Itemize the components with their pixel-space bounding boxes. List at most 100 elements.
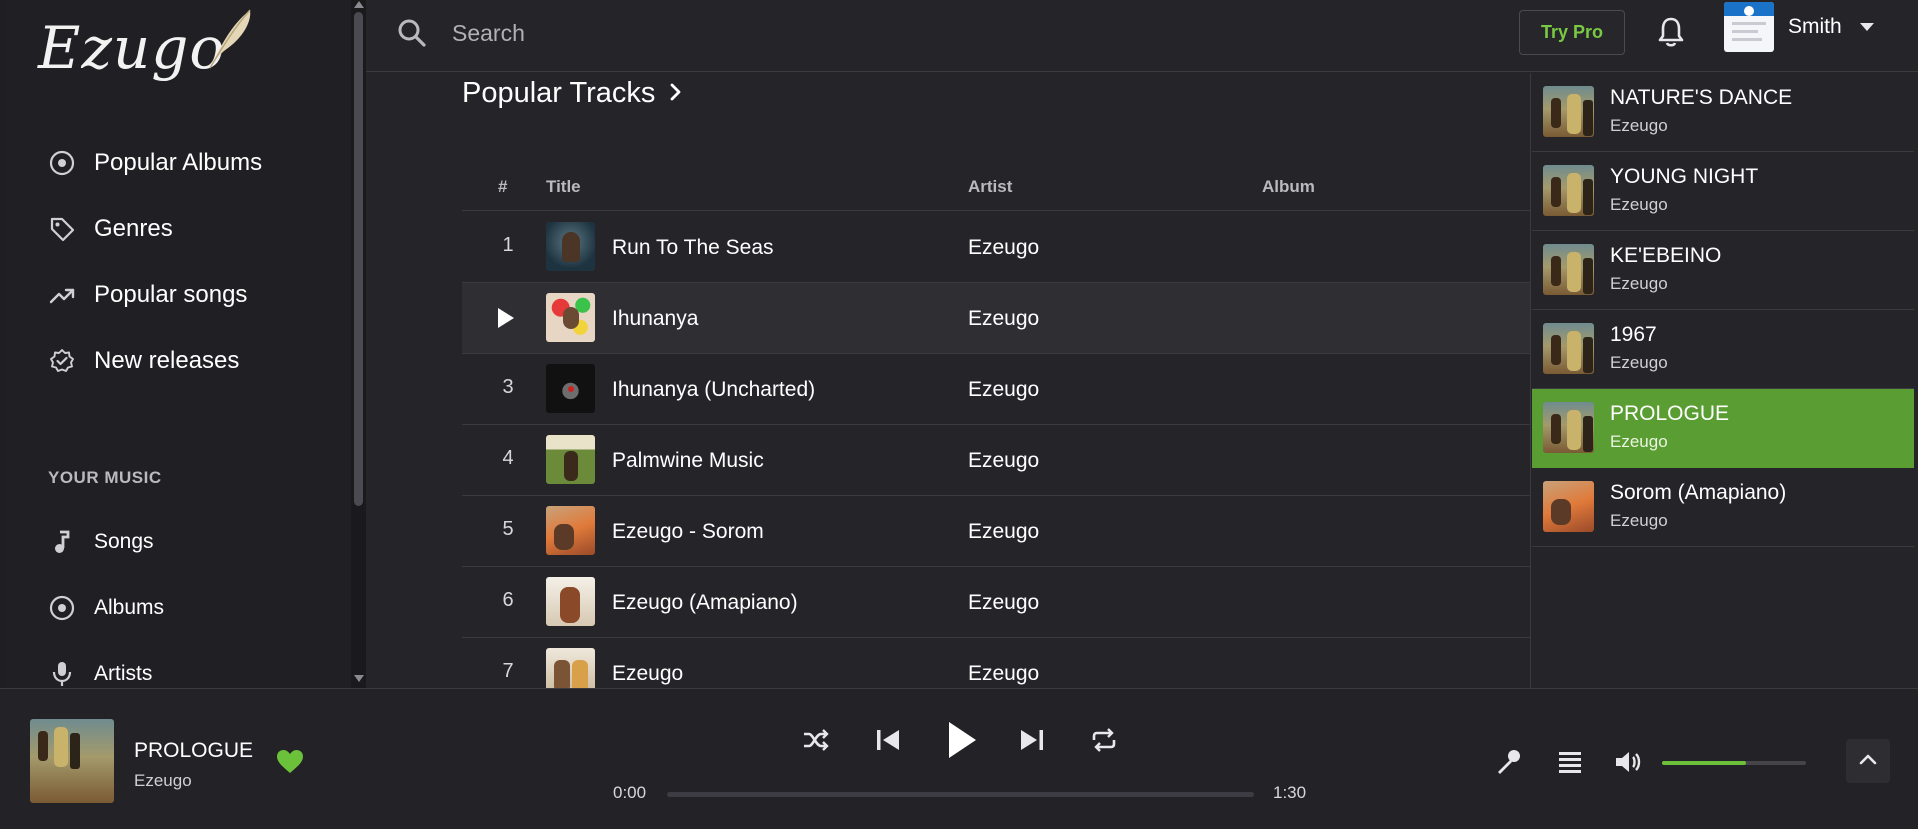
notification-bell-icon[interactable] — [1656, 15, 1686, 54]
shuffle-icon[interactable] — [800, 724, 832, 756]
chevron-up-icon — [1859, 752, 1877, 770]
track-title[interactable]: Ezeugo - Sorom — [612, 520, 764, 544]
try-pro-button[interactable]: Try Pro — [1519, 10, 1625, 55]
elapsed-time: 0:00 — [613, 783, 647, 802]
table-row[interactable]: 3 Ihunanya (Uncharted) Ezeugo — [462, 354, 1530, 425]
queue-item[interactable]: Sorom (Amapiano) Ezeugo — [1532, 468, 1914, 547]
track-artist[interactable]: Ezeugo — [968, 520, 1039, 544]
repeat-icon[interactable] — [1088, 724, 1120, 756]
app-logo[interactable]: Ezugo — [38, 8, 258, 92]
track-artist[interactable]: Ezeugo — [968, 307, 1039, 331]
queue-item-artist: Ezeugo — [1610, 432, 1668, 451]
track-number: 7 — [502, 660, 514, 682]
logo-text: Ezugo — [38, 14, 226, 82]
queue-item[interactable]: NATURE'S DANCE Ezeugo — [1532, 73, 1914, 152]
sidebar-item-popular-songs[interactable]: Popular songs — [48, 275, 247, 315]
chevron-down-icon[interactable] — [1860, 23, 1874, 31]
sidebar-scrollbar[interactable] — [351, 0, 366, 688]
tag-icon — [48, 215, 76, 243]
expand-player-button[interactable] — [1846, 739, 1890, 783]
table-row[interactable]: 5 Ezeugo - Sorom Ezeugo — [462, 496, 1530, 567]
sidebar-item-label: Songs — [94, 530, 154, 553]
track-artist[interactable]: Ezeugo — [968, 662, 1039, 686]
track-title[interactable]: Ihunanya — [612, 307, 698, 331]
microphone-icon — [48, 660, 76, 688]
sidebar-item-label: Popular songs — [94, 281, 248, 308]
player-bar: PROLOGUE Ezeugo 0:00 1:30 — [0, 688, 1918, 829]
play-icon[interactable] — [498, 308, 514, 328]
now-playing-artist[interactable]: Ezeugo — [134, 771, 192, 791]
track-cover-image — [546, 435, 595, 484]
queue-item-artist: Ezeugo — [1610, 353, 1668, 372]
track-title[interactable]: Ihunanya (Uncharted) — [612, 378, 815, 402]
track-artist[interactable]: Ezeugo — [968, 236, 1039, 260]
heart-icon[interactable] — [276, 749, 304, 780]
queue-item-title: Sorom (Amapiano) — [1610, 481, 1787, 504]
table-row[interactable]: 6 Ezeugo (Amapiano) Ezeugo — [462, 567, 1530, 638]
queue-list-icon[interactable] — [1554, 746, 1586, 778]
column-header-title[interactable]: Title — [546, 177, 581, 197]
album-disc-icon — [48, 149, 76, 177]
sidebar-item-genres[interactable]: Genres — [48, 209, 173, 249]
table-row[interactable]: 7 Ezeugo Ezeugo — [462, 638, 1530, 688]
now-playing-cover[interactable] — [30, 719, 114, 803]
track-title[interactable]: Ezeugo (Amapiano) — [612, 591, 798, 615]
queue-item-artist: Ezeugo — [1610, 511, 1668, 530]
track-number: 4 — [502, 447, 514, 469]
track-title[interactable]: Run To The Seas — [612, 236, 774, 260]
track-artist[interactable]: Ezeugo — [968, 378, 1039, 402]
sidebar-item-label: Albums — [94, 596, 165, 619]
feather-icon — [209, 9, 251, 69]
queue-item-title: PROLOGUE — [1610, 402, 1730, 425]
lyrics-microphone-icon[interactable] — [1492, 746, 1524, 778]
previous-icon[interactable] — [872, 724, 904, 756]
scrollbar-thumb[interactable] — [354, 12, 363, 506]
sidebar-item-label: Artists — [94, 662, 153, 685]
page-title: Popular Tracks — [462, 77, 656, 109]
queue-cover-image — [1543, 323, 1594, 374]
sidebar: Ezugo Popular Albums Genres Popular song… — [0, 0, 366, 688]
album-disc-icon — [48, 594, 76, 622]
track-cover-image — [546, 222, 595, 271]
scroll-down-arrow-icon[interactable] — [354, 675, 364, 682]
popular-tracks-heading[interactable]: Popular Tracks — [462, 77, 683, 110]
track-artist[interactable]: Ezeugo — [968, 591, 1039, 615]
next-icon[interactable] — [1016, 724, 1048, 756]
search-icon[interactable] — [396, 17, 428, 54]
queue-item-active[interactable]: PROLOGUE Ezeugo — [1532, 389, 1914, 468]
scroll-up-arrow-icon[interactable] — [354, 1, 364, 8]
play-button[interactable] — [940, 717, 984, 763]
sidebar-item-new-releases[interactable]: New releases — [48, 341, 239, 381]
badge-check-icon — [48, 347, 76, 375]
queue-item[interactable]: YOUNG NIGHT Ezeugo — [1532, 152, 1914, 231]
track-title[interactable]: Palmwine Music — [612, 449, 764, 473]
track-title[interactable]: Ezeugo — [612, 662, 683, 686]
sidebar-item-songs[interactable]: Songs — [48, 522, 154, 562]
queue-item[interactable]: 1967 Ezeugo — [1532, 310, 1914, 389]
sidebar-panel: Ezugo Popular Albums Genres Popular song… — [6, 0, 351, 688]
search-input[interactable] — [452, 14, 1052, 52]
track-number: 5 — [502, 518, 514, 540]
sidebar-item-albums[interactable]: Albums — [48, 588, 164, 628]
table-row[interactable]: 4 Palmwine Music Ezeugo — [462, 425, 1530, 496]
now-playing-title[interactable]: PROLOGUE — [134, 739, 253, 763]
top-header: Try Pro Smith — [366, 0, 1918, 72]
queue-item[interactable]: KE'EBEINO Ezeugo — [1532, 231, 1914, 310]
avatar[interactable] — [1724, 2, 1774, 52]
table-row[interactable]: 1 Run To The Seas Ezeugo — [462, 212, 1530, 283]
sidebar-item-label: Genres — [94, 215, 173, 242]
progress-bar[interactable] — [667, 792, 1254, 797]
queue-cover-image — [1543, 165, 1594, 216]
user-name[interactable]: Smith — [1788, 15, 1842, 39]
column-header-album[interactable]: Album — [1262, 177, 1315, 197]
queue-item-artist: Ezeugo — [1610, 195, 1668, 214]
column-header-artist[interactable]: Artist — [968, 177, 1012, 197]
volume-slider[interactable] — [1662, 761, 1806, 765]
track-cover-image — [546, 293, 595, 342]
table-row[interactable]: Ihunanya Ezeugo — [462, 283, 1530, 354]
sidebar-item-popular-albums[interactable]: Popular Albums — [48, 143, 262, 183]
your-music-heading: YOUR MUSIC — [48, 468, 162, 487]
sidebar-item-label: Popular Albums — [94, 149, 263, 176]
volume-icon[interactable] — [1612, 746, 1646, 778]
track-artist[interactable]: Ezeugo — [968, 449, 1039, 473]
